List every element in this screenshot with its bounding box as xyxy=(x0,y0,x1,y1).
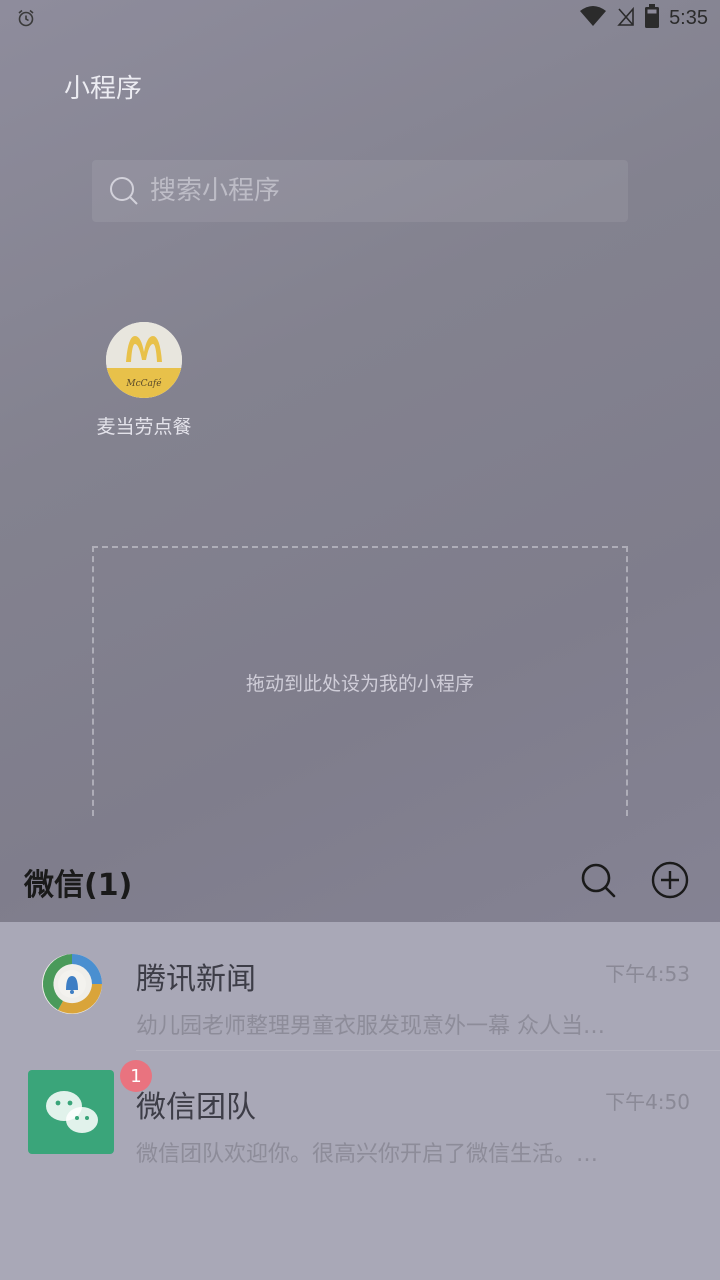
battery-icon xyxy=(645,4,660,32)
chat-time: 下午4:53 xyxy=(605,962,690,986)
tencent-news-icon xyxy=(28,938,116,1026)
chat-preview: 微信团队欢迎你。很高兴你开启了微信生活。… xyxy=(136,1142,599,1167)
status-time: 5:35 xyxy=(669,6,708,29)
svg-text:McCafé: McCafé xyxy=(125,378,162,389)
app-label: 麦当劳点餐 xyxy=(96,416,192,438)
chat-name: 微信团队 xyxy=(136,1090,256,1125)
divider xyxy=(136,1050,720,1051)
mini-program-app-mcdonalds[interactable]: McCafé 麦当劳点餐 xyxy=(92,322,196,439)
chat-row-wechat-team[interactable]: 1 微信团队 下午4:50 微信团队欢迎你。很高兴你开启了微信生活。… xyxy=(0,1060,720,1190)
search-input[interactable] xyxy=(150,176,590,206)
chat-preview: 幼儿园老师整理男童衣服发现意外一幕 众人当… xyxy=(136,1014,605,1039)
mcdonalds-mccafe-icon: McCafé xyxy=(106,322,182,398)
add-icon[interactable] xyxy=(648,858,692,902)
my-mini-program-drop-zone[interactable]: 拖动到此处设为我的小程序 xyxy=(92,546,628,816)
alarm-icon xyxy=(16,8,36,32)
wechat-team-icon: 1 xyxy=(28,1060,152,1154)
mini-program-title: 小程序 xyxy=(64,74,143,104)
search-icon xyxy=(108,175,140,207)
mini-program-search[interactable] xyxy=(92,160,628,222)
wifi-icon xyxy=(579,5,607,31)
chat-list: 腾讯新闻 下午4:53 幼儿园老师整理男童衣服发现意外一幕 众人当… 1 微信团… xyxy=(0,922,720,1280)
page-title: 微信(1) xyxy=(24,868,133,903)
search-icon[interactable] xyxy=(578,860,618,900)
chat-name: 腾讯新闻 xyxy=(136,962,256,997)
chat-row-tencent-news[interactable]: 腾讯新闻 下午4:53 幼儿园老师整理男童衣服发现意外一幕 众人当… xyxy=(0,934,720,1062)
chat-time: 下午4:50 xyxy=(605,1090,690,1114)
drop-zone-hint: 拖动到此处设为我的小程序 xyxy=(245,672,474,695)
status-bar: 5:35 xyxy=(0,0,720,36)
wechat-header: 微信(1) xyxy=(0,846,720,922)
signal-off-icon xyxy=(617,5,635,31)
